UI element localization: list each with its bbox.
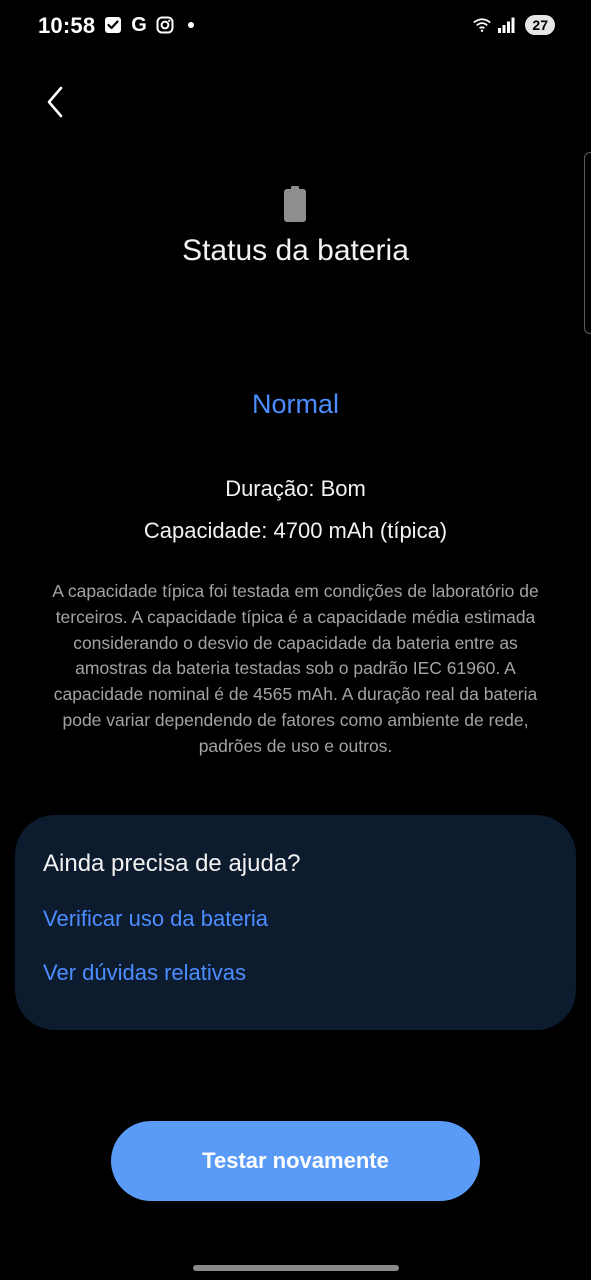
battery-duration: Duração: Bom [225, 476, 366, 501]
help-card-title: Ainda precisa de ajuda? [43, 850, 301, 877]
google-icon: G [131, 14, 147, 36]
help-card: Ainda precisa de ajuda? Verificar uso da… [15, 815, 576, 1030]
retest-button[interactable]: Testar novamente [111, 1121, 480, 1201]
home-indicator[interactable] [193, 1265, 399, 1271]
instagram-icon [156, 16, 174, 34]
notification-icons: G [104, 14, 194, 36]
status-bar: 10:58 G 27 [0, 0, 591, 52]
capacity-description: A capacidade típica foi testada em condi… [52, 581, 539, 756]
checkbox-icon [104, 16, 122, 34]
signal-icon [497, 16, 515, 34]
check-battery-usage-link[interactable]: Verificar uso da bateria [43, 906, 268, 932]
chevron-left-icon [47, 86, 63, 118]
battery-icon [284, 186, 306, 222]
back-button[interactable] [38, 84, 72, 120]
battery-capacity: Capacidade: 4700 mAh (típica) [143, 518, 448, 543]
related-questions-link[interactable]: Ver dúvidas relativas [43, 960, 246, 986]
system-icons: 27 [473, 15, 555, 35]
battery-status-value: Normal [251, 389, 339, 419]
wifi-icon [473, 16, 492, 34]
page-title: Status da bateria [182, 234, 409, 267]
status-time: 10:58 [38, 13, 96, 38]
battery-level-badge: 27 [525, 15, 555, 35]
dot-icon [188, 22, 194, 28]
